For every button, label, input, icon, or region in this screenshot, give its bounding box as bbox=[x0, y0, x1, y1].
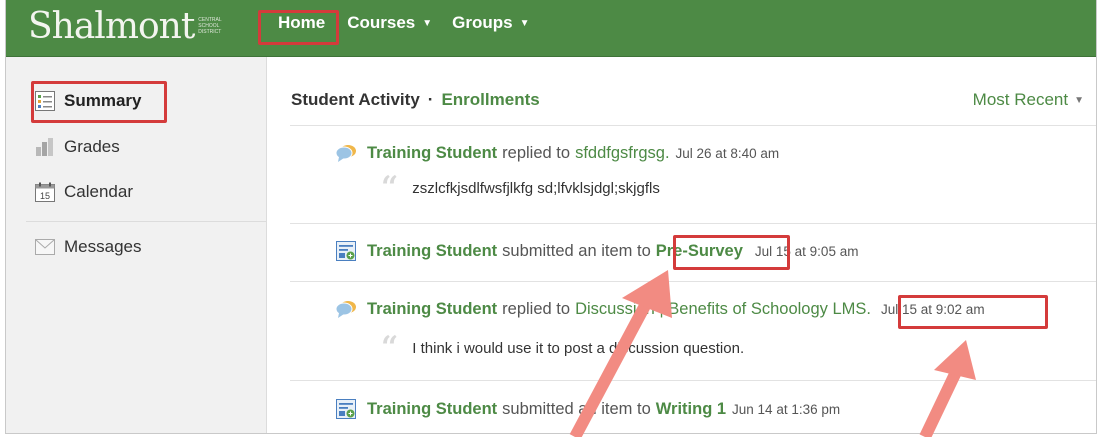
quote-text: I think i would use it to post a discuss… bbox=[412, 339, 745, 357]
envelope-icon bbox=[34, 236, 56, 258]
timestamp: Jul 15 at 9:02 am bbox=[881, 301, 985, 317]
main-nav: Home Courses ▼ Groups ▼ bbox=[268, 8, 540, 38]
chevron-down-icon: ▼ bbox=[422, 17, 433, 29]
assignment-icon bbox=[335, 241, 357, 261]
actor-link[interactable]: Training Student bbox=[367, 400, 497, 419]
quote-icon: “ bbox=[381, 330, 399, 365]
assignment-icon bbox=[335, 399, 357, 419]
nav-groups[interactable]: Groups ▼ bbox=[442, 8, 539, 38]
sidebar-item-label: Summary bbox=[64, 91, 142, 110]
sidebar-item-grades[interactable]: Grades bbox=[34, 136, 120, 158]
timestamp: Jul 15 at 9:05 am bbox=[754, 243, 859, 259]
feed-divider bbox=[290, 223, 1096, 224]
chevron-down-icon: ▼ bbox=[1074, 94, 1084, 106]
actor-link[interactable]: Training Student bbox=[367, 242, 497, 261]
grades-icon bbox=[34, 136, 56, 158]
nav-courses[interactable]: Courses ▼ bbox=[337, 8, 442, 38]
sidebar-item-messages[interactable]: Messages bbox=[34, 236, 141, 258]
actor-link[interactable]: Training Student bbox=[367, 300, 497, 319]
action-verb: submitted an item to bbox=[502, 241, 651, 260]
action-verb: replied to bbox=[502, 143, 571, 162]
sidebar-item-label: Grades bbox=[64, 137, 120, 156]
calendar-icon: 15 bbox=[34, 181, 56, 203]
reply-quote: “ I think i would use it to post a discu… bbox=[381, 330, 745, 365]
feed-item: Training Student replied to Discussion |… bbox=[335, 299, 985, 319]
enrollments-filter-link[interactable]: Enrollments bbox=[441, 90, 539, 110]
svg-text:15: 15 bbox=[40, 191, 50, 201]
quote-text: zszlcfkjsdlfwsfjlkfg sd;lfvklsjdgl;skjgf… bbox=[412, 179, 660, 197]
feed-divider bbox=[290, 281, 1096, 282]
target-link[interactable]: sfddfgsfrgsg. bbox=[575, 144, 669, 163]
comment-icon bbox=[335, 299, 357, 319]
app-window: Shalmont CENTRAL SCHOOL DISTRICT Home Co… bbox=[5, 0, 1097, 434]
timestamp: Jun 14 at 1:36 pm bbox=[732, 401, 841, 417]
action-verb: submitted an item to bbox=[502, 399, 651, 418]
top-navigation-bar: Shalmont CENTRAL SCHOOL DISTRICT Home Co… bbox=[6, 0, 1096, 57]
target-link[interactable]: Discussion | Benefits of Schoology LMS. bbox=[575, 300, 871, 319]
feed-divider bbox=[290, 380, 1096, 381]
sort-dropdown[interactable]: Most Recent ▼ bbox=[973, 90, 1084, 110]
brand-logo[interactable]: Shalmont CENTRAL SCHOOL DISTRICT bbox=[28, 4, 226, 48]
target-link[interactable]: Pre-Survey bbox=[656, 242, 743, 261]
feed-item: Training Student submitted an item to Wr… bbox=[335, 399, 840, 419]
feed-item: Training Student submitted an item to Pr… bbox=[335, 241, 858, 261]
nav-courses-label: Courses bbox=[347, 13, 416, 32]
target-link[interactable]: Writing 1 bbox=[656, 400, 726, 419]
section-header: Student Activity · Enrollments bbox=[291, 90, 540, 110]
timestamp: Jul 26 at 8:40 am bbox=[675, 145, 780, 161]
comment-icon bbox=[335, 143, 357, 163]
sidebar-item-calendar[interactable]: 15 Calendar bbox=[34, 181, 133, 203]
sidebar-divider bbox=[26, 221, 266, 222]
feed-item: Training Student replied to sfddfgsfrgsg… bbox=[335, 143, 779, 163]
sort-label: Most Recent bbox=[972, 90, 1069, 109]
actor-link[interactable]: Training Student bbox=[367, 144, 497, 163]
nav-home[interactable]: Home bbox=[268, 8, 335, 38]
page-title: Student Activity bbox=[291, 90, 420, 109]
summary-icon bbox=[34, 90, 56, 112]
sidebar-item-label: Messages bbox=[64, 237, 142, 256]
chevron-down-icon: ▼ bbox=[519, 17, 530, 29]
title-separator: · bbox=[427, 90, 434, 109]
brand-subtitle: CENTRAL SCHOOL DISTRICT bbox=[198, 17, 222, 35]
reply-quote: “ zszlcfkjsdlfwsfjlkfg sd;lfvklsjdgl;skj… bbox=[381, 170, 660, 205]
nav-groups-label: Groups bbox=[452, 13, 513, 32]
main-content: Student Activity · Enrollments Most Rece… bbox=[268, 57, 1096, 433]
quote-icon: “ bbox=[381, 170, 399, 205]
sidebar: Summary Grades 15 Calendar Messages bbox=[6, 57, 267, 433]
brand-name: Shalmont bbox=[28, 5, 195, 47]
action-verb: replied to bbox=[502, 299, 571, 318]
sidebar-item-summary[interactable]: Summary bbox=[34, 90, 141, 112]
feed-divider bbox=[290, 125, 1096, 126]
nav-home-label: Home bbox=[278, 13, 326, 32]
sidebar-item-label: Calendar bbox=[64, 182, 133, 201]
